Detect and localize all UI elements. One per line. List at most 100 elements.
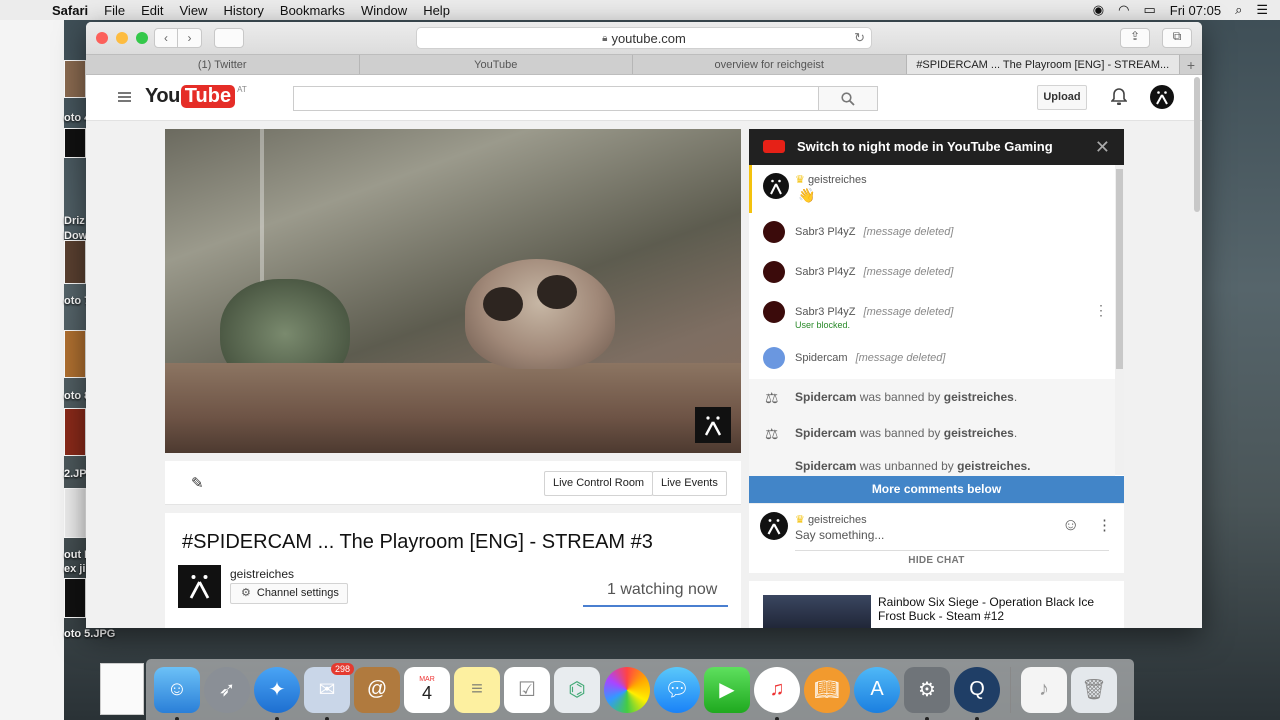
battery-icon[interactable]: ▭: [1143, 2, 1155, 18]
tab-twitter[interactable]: (1) Twitter: [86, 55, 360, 74]
desktop-file-thumbnail[interactable]: [64, 330, 86, 378]
desktop-file-thumbnail[interactable]: [64, 488, 86, 538]
sidebar-toggle-button[interactable]: [214, 28, 244, 48]
back-button[interactable]: ‹: [154, 28, 178, 48]
chat-message[interactable]: Sabr3 Pl4yZ [message deleted]: [749, 213, 1115, 253]
youtube-logo[interactable]: You Tube AT: [145, 85, 247, 108]
live-events-button[interactable]: Live Events: [652, 471, 727, 496]
facetime-icon[interactable]: ▶: [704, 666, 750, 713]
calendar-month: MAR: [419, 675, 435, 683]
desktop-file-thumbnail[interactable]: [64, 578, 86, 618]
launchpad-icon[interactable]: ➶: [204, 666, 250, 713]
desktop-document[interactable]: [100, 663, 144, 715]
new-tab-button[interactable]: +: [1180, 55, 1202, 74]
app-store-icon[interactable]: A: [854, 666, 900, 713]
menu-view[interactable]: View: [172, 3, 216, 18]
chat-author-name: Sabr3 Pl4yZ: [795, 306, 856, 318]
chat-message[interactable]: ♛ geistreiches 👋: [749, 165, 1115, 213]
contacts-icon[interactable]: @: [354, 666, 400, 713]
fullscreen-window-button[interactable]: [136, 32, 148, 44]
chat-message[interactable]: Sabr3 Pl4yZ [message deleted] User blocke…: [749, 293, 1115, 339]
reminders-icon[interactable]: ☑: [504, 666, 550, 713]
desktop-file-thumbnail[interactable]: [64, 60, 86, 98]
live-control-room-button[interactable]: Live Control Room: [544, 471, 654, 496]
chat-author: ♛ geistreiches: [795, 173, 867, 186]
itunes-icon[interactable]: ♫: [754, 666, 800, 720]
chat-author-name: Sabr3 Pl4yZ: [795, 226, 856, 238]
recommended-video[interactable]: Rainbow Six Siege - Operation Black Ice …: [749, 581, 1124, 628]
channel-watermark[interactable]: [695, 407, 731, 443]
minimize-window-button[interactable]: [116, 32, 128, 44]
edit-pencil-icon[interactable]: ✎: [191, 474, 204, 492]
close-window-button[interactable]: [96, 32, 108, 44]
notification-center-icon[interactable]: ☰: [1256, 2, 1268, 18]
chat-scrollbar[interactable]: [1115, 165, 1124, 475]
recommended-video-thumbnail[interactable]: [763, 595, 871, 628]
channel-avatar[interactable]: [178, 565, 221, 608]
notes-icon[interactable]: ≡: [454, 666, 500, 713]
desktop-file-label[interactable]: Driz: [64, 215, 85, 227]
desktop-file-thumbnail[interactable]: [64, 128, 86, 158]
tab-reddit-overview[interactable]: overview for reichgeist: [633, 55, 907, 74]
reload-icon[interactable]: ↻: [854, 30, 865, 46]
video-player[interactable]: [165, 129, 741, 453]
search-input[interactable]: [293, 86, 819, 111]
desktop-file-thumbnail[interactable]: [64, 408, 86, 456]
menu-bookmarks[interactable]: Bookmarks: [272, 3, 353, 18]
calendar-icon[interactable]: MAR 4: [404, 666, 450, 713]
channel-name[interactable]: geistreiches: [230, 567, 294, 581]
chat-banner[interactable]: Switch to night mode in YouTube Gaming ✕: [749, 129, 1124, 165]
mail-icon[interactable]: ✉ 298: [304, 662, 354, 720]
show-tabs-button[interactable]: ⧉: [1162, 28, 1192, 48]
search-button[interactable]: [818, 86, 878, 111]
gavel-icon: ⚖: [765, 426, 779, 443]
finder-icon[interactable]: ☺: [154, 666, 200, 720]
menu-history[interactable]: History: [215, 3, 271, 18]
more-comments-button[interactable]: More comments below: [749, 476, 1124, 503]
system-preferences-icon[interactable]: ⚙: [904, 666, 950, 720]
menu-app-name[interactable]: Safari: [44, 3, 96, 18]
photos-icon[interactable]: [604, 666, 650, 713]
forward-button[interactable]: ›: [178, 28, 202, 48]
spotlight-search-icon[interactable]: ⌕: [1235, 2, 1242, 18]
wifi-icon[interactable]: ◠: [1118, 2, 1129, 18]
more-options-icon[interactable]: ⋮: [1094, 302, 1108, 319]
menu-help[interactable]: Help: [415, 3, 458, 18]
desktop-file-label[interactable]: out I: [64, 549, 87, 561]
chat-message[interactable]: Spidercam [message deleted]: [749, 339, 1115, 379]
ibooks-icon[interactable]: 📖︎: [804, 666, 850, 713]
desktop-file-label[interactable]: oto 5.JPG: [64, 628, 115, 640]
desktop-file-label[interactable]: ex ji: [64, 563, 85, 575]
record-icon[interactable]: ◉: [1093, 2, 1104, 18]
notifications-bell-icon[interactable]: [1110, 88, 1128, 109]
more-options-icon[interactable]: ⋮: [1097, 516, 1112, 534]
video-action-bar: ✎ Live Control Room Live Events: [165, 461, 741, 505]
tab-youtube[interactable]: YouTube: [360, 55, 633, 74]
messages-icon[interactable]: 💬︎: [654, 666, 700, 713]
upload-button[interactable]: Upload: [1037, 85, 1087, 110]
close-icon[interactable]: ✕: [1095, 137, 1110, 158]
tab-spidercam-stream[interactable]: #SPIDERCAM ... The Playroom [ENG] - STRE…: [906, 55, 1180, 74]
address-bar[interactable]: 🔒︎ youtube.com ↻: [416, 27, 872, 49]
chat-message[interactable]: Sabr3 Pl4yZ [message deleted]: [749, 253, 1115, 293]
chat-input-field[interactable]: Say something...: [795, 528, 884, 542]
safari-icon[interactable]: ✦: [254, 666, 300, 720]
unban-notice: Spidercam was unbanned by geistreiches.: [749, 451, 1115, 476]
quicktime-icon[interactable]: Q: [954, 666, 1000, 720]
recommended-video-title[interactable]: Rainbow Six Siege - Operation Black Ice …: [878, 595, 1094, 623]
trash-icon[interactable]: 🗑︎: [1071, 666, 1117, 713]
music-file-icon[interactable]: ♪: [1021, 666, 1067, 713]
menu-file[interactable]: File: [96, 3, 133, 18]
menu-edit[interactable]: Edit: [133, 3, 171, 18]
page-scrollbar[interactable]: [1194, 77, 1200, 212]
emoji-picker-icon[interactable]: ☺: [1062, 515, 1079, 535]
photo-preview-icon[interactable]: ⌬: [554, 666, 600, 713]
channel-settings-button[interactable]: ⚙ Channel settings: [230, 583, 348, 604]
hamburger-menu-icon[interactable]: [118, 92, 131, 102]
menu-window[interactable]: Window: [353, 3, 415, 18]
hide-chat-button[interactable]: HIDE CHAT: [749, 555, 1124, 566]
menubar-clock[interactable]: Fri 07:05: [1170, 3, 1221, 18]
share-button[interactable]: ⇪: [1120, 28, 1150, 48]
account-avatar[interactable]: [1150, 85, 1174, 109]
desktop-file-thumbnail[interactable]: [64, 240, 86, 284]
